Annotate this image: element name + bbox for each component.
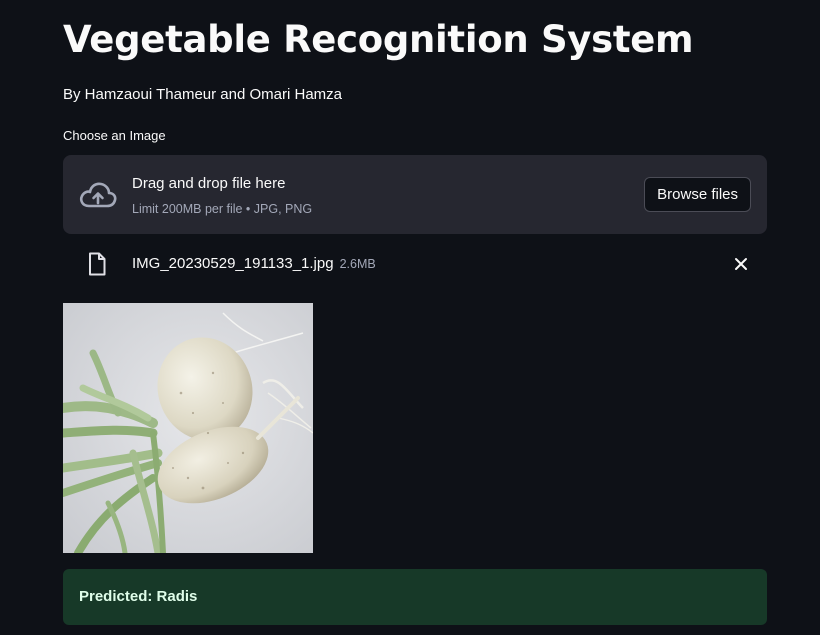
prediction-result: Predicted: Radis	[79, 588, 198, 605]
file-size: 2.6MB	[339, 257, 376, 271]
file-dropzone[interactable]: Drag and drop file here Limit 200MB per …	[63, 155, 767, 234]
app-root: Vegetable Recognition System By Hamzaoui…	[0, 0, 820, 635]
prediction-success-alert: Predicted: Radis	[63, 569, 767, 625]
file-name-text: IMG_20230529_191133_1.jpg	[132, 255, 334, 272]
uploaded-file-row: IMG_20230529_191133_1.jpg 2.6MB	[63, 246, 767, 282]
browse-files-button[interactable]: Browse files	[644, 177, 751, 212]
dropzone-instructions: Drag and drop file here	[132, 175, 286, 192]
uploaded-image-preview	[63, 303, 313, 553]
uploaded-file-name: IMG_20230529_191133_1.jpg 2.6MB	[132, 255, 376, 273]
dropzone-file-limit: Limit 200MB per file • JPG, PNG	[132, 202, 313, 216]
page-title: Vegetable Recognition System	[63, 18, 694, 61]
file-icon	[89, 252, 106, 276]
close-icon[interactable]	[731, 254, 751, 274]
author-byline: By Hamzaoui Thameur and Omari Hamza	[63, 86, 342, 103]
cloud-upload-icon	[79, 182, 117, 208]
file-uploader-label: Choose an Image	[63, 128, 166, 143]
radish-photo	[63, 303, 313, 553]
